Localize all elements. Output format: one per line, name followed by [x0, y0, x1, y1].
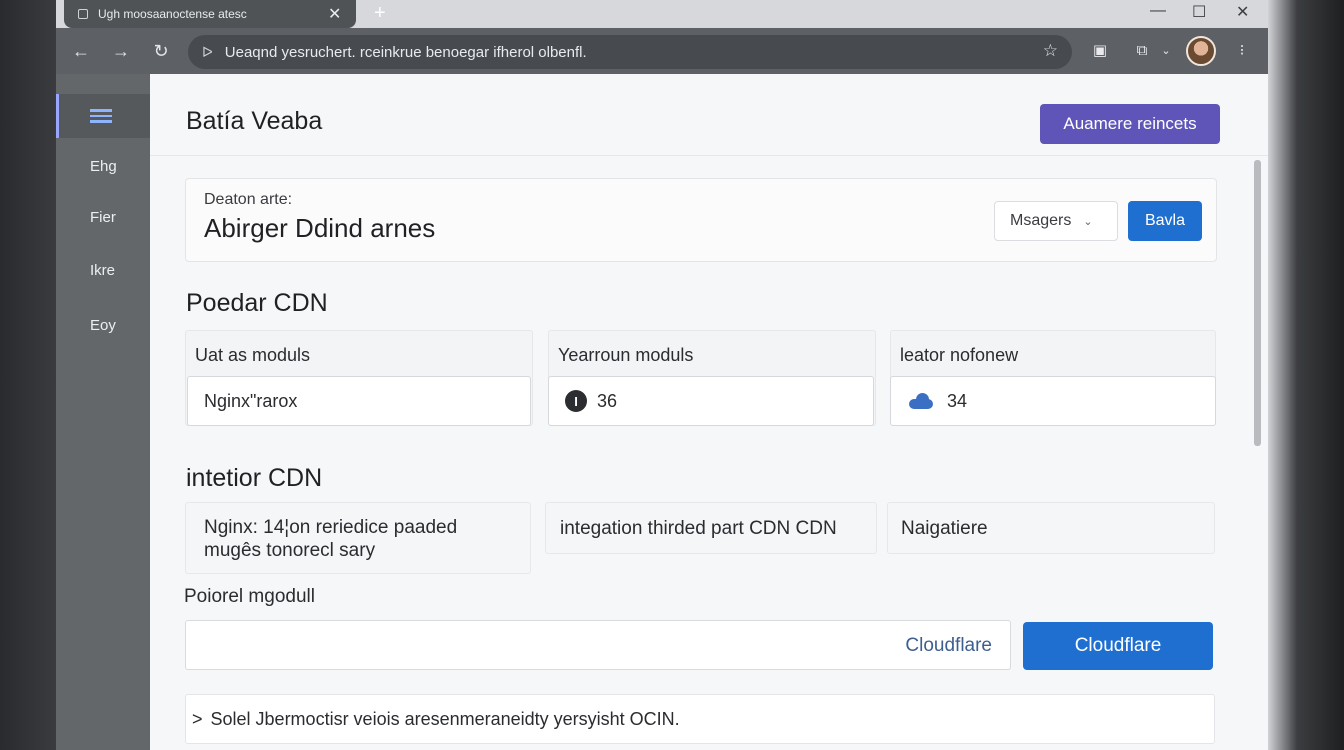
site-info-icon[interactable]: ᐅ — [202, 44, 213, 61]
back-arrow-icon[interactable]: ← — [68, 38, 94, 64]
module-card: leator nofonew 34 — [890, 330, 1216, 426]
avatar[interactable] — [1186, 36, 1216, 66]
module-heading: leator nofonew — [900, 345, 1019, 365]
browser-tab[interactable]: Ugh moosaanoctense atesc ✕ — [64, 0, 356, 28]
sidebar-item-eoy[interactable]: Eoy — [56, 303, 150, 347]
favicon-icon — [78, 9, 88, 19]
cloud-icon — [907, 393, 937, 409]
sidebar-item-label: Eoy — [90, 316, 116, 334]
summary-action-button[interactable]: Bavla — [1128, 201, 1202, 241]
address-bar[interactable]: ᐅ ☆ — [188, 35, 1072, 69]
select-value: Msagers — [1010, 212, 1072, 229]
sidebar-item-label: Ehg — [90, 157, 117, 175]
module-heading: Yearroun moduls — [558, 345, 694, 365]
monitor-bezel-right — [1266, 0, 1344, 750]
cloudflare-button[interactable]: Cloudflare — [1023, 622, 1213, 670]
tab-title: Ugh moosaanoctense atesc — [98, 7, 247, 21]
sidebar-item-ikre[interactable]: Ikre — [56, 248, 150, 292]
module-field-label: Poiorel mgodull — [184, 586, 315, 607]
chevron-right-icon: > — [192, 708, 203, 729]
extension-icon[interactable]: ▣ — [1090, 41, 1110, 61]
tab-strip: Ugh moosaanoctense atesc ✕ + — ☐ ✕ — [56, 0, 1268, 28]
messages-select[interactable]: Msagers ⌄ — [994, 201, 1118, 241]
module-value-field[interactable]: Nginx"rarox — [187, 376, 531, 426]
page-title: Batía Veaba — [186, 107, 323, 135]
expandable-row[interactable]: > Solel Jbermoctisr veiois aresenmeranei… — [185, 694, 1215, 744]
bookmark-star-icon[interactable]: ☆ — [1043, 41, 1058, 61]
cdn-item-line1: integation thirded part CDN CDN — [560, 518, 837, 539]
footer-text: Solel Jbermoctisr veiois aresenmeraneidt… — [210, 708, 680, 729]
summary-label: Deaton arte: — [204, 191, 293, 208]
sidebar-item-fier[interactable]: Fier — [56, 195, 150, 239]
section-title-poedar: Poedar CDN — [186, 289, 328, 317]
cdn-item-line2: mugês tonorecl sary — [204, 540, 376, 561]
maximize-button[interactable]: ☐ — [1192, 2, 1206, 22]
module-card: Yearroun moduls I 36 — [548, 330, 876, 426]
module-value-field[interactable]: I 36 — [548, 376, 874, 426]
sidebar-item-ehg[interactable]: Ehg — [56, 144, 150, 188]
module-value: Nginx"rarox — [204, 390, 298, 411]
kebab-menu-icon[interactable]: ⁝ — [1232, 41, 1252, 61]
module-card: Uat as moduls Nginx"rarox — [185, 330, 533, 426]
cloudflare-link[interactable]: Cloudflare — [905, 635, 992, 657]
forward-arrow-icon[interactable]: → — [108, 38, 134, 64]
cdn-item[interactable]: Naigatiere — [887, 502, 1215, 554]
summary-card: Deaton arte: Abirger Ddind arnes Msagers… — [185, 178, 1217, 262]
close-window-button[interactable]: ✕ — [1236, 2, 1249, 22]
module-text-field[interactable] — [200, 634, 800, 654]
cdn-item[interactable]: integation thirded part CDN CDN — [545, 502, 877, 554]
module-value-field[interactable]: 34 — [890, 376, 1216, 426]
browser-toolbar: ← → ↻ ᐅ ☆ ▣ ⧉ ⌄ ⁝ — [56, 28, 1268, 74]
tab-close-icon[interactable]: ✕ — [328, 4, 341, 24]
sidebar-item-menu[interactable] — [56, 94, 150, 138]
page-header: Batía Veaba Auamere reincets — [150, 74, 1268, 156]
chevron-down-icon: ⌄ — [1083, 215, 1093, 228]
info-icon: I — [565, 390, 587, 412]
minimize-button[interactable]: — — [1150, 2, 1166, 20]
menu-icon — [90, 109, 112, 123]
module-heading: Uat as moduls — [195, 345, 311, 365]
address-input[interactable] — [224, 43, 985, 61]
scrollbar-thumb[interactable] — [1254, 160, 1261, 446]
main-content: Batía Veaba Auamere reincets Deaton arte… — [150, 74, 1268, 750]
module-value: 34 — [947, 390, 968, 411]
browser-window: Ugh moosaanoctense atesc ✕ + — ☐ ✕ ← → ↻… — [56, 0, 1268, 750]
primary-action-button[interactable]: Auamere reincets — [1040, 104, 1220, 144]
profile-menu-icon[interactable]: ⧉ — [1132, 41, 1152, 61]
sidebar-item-label: Ikre — [90, 261, 116, 279]
sidebar: Ehg Fier Ikre Eoy — [56, 74, 150, 750]
cdn-item-line1: Nginx: 14¦on reriedice paaded — [204, 517, 458, 538]
summary-value: Abirger Ddind arnes — [204, 213, 436, 243]
scrollbar[interactable] — [1252, 160, 1262, 750]
cdn-item[interactable]: Nginx: 14¦on reriedice paaded mugês tono… — [185, 502, 531, 574]
new-tab-button[interactable]: + — [374, 2, 386, 25]
reload-icon[interactable]: ↻ — [148, 38, 174, 64]
chevron-down-icon[interactable]: ⌄ — [1156, 41, 1176, 61]
module-value: 36 — [597, 390, 618, 411]
cdn-item-line1: Naigatiere — [901, 518, 988, 539]
module-input[interactable]: Cloudflare — [185, 620, 1011, 670]
sidebar-item-label: Fier — [90, 208, 116, 226]
section-title-intetior: intetior CDN — [186, 464, 323, 492]
monitor-bezel-left — [0, 0, 56, 750]
